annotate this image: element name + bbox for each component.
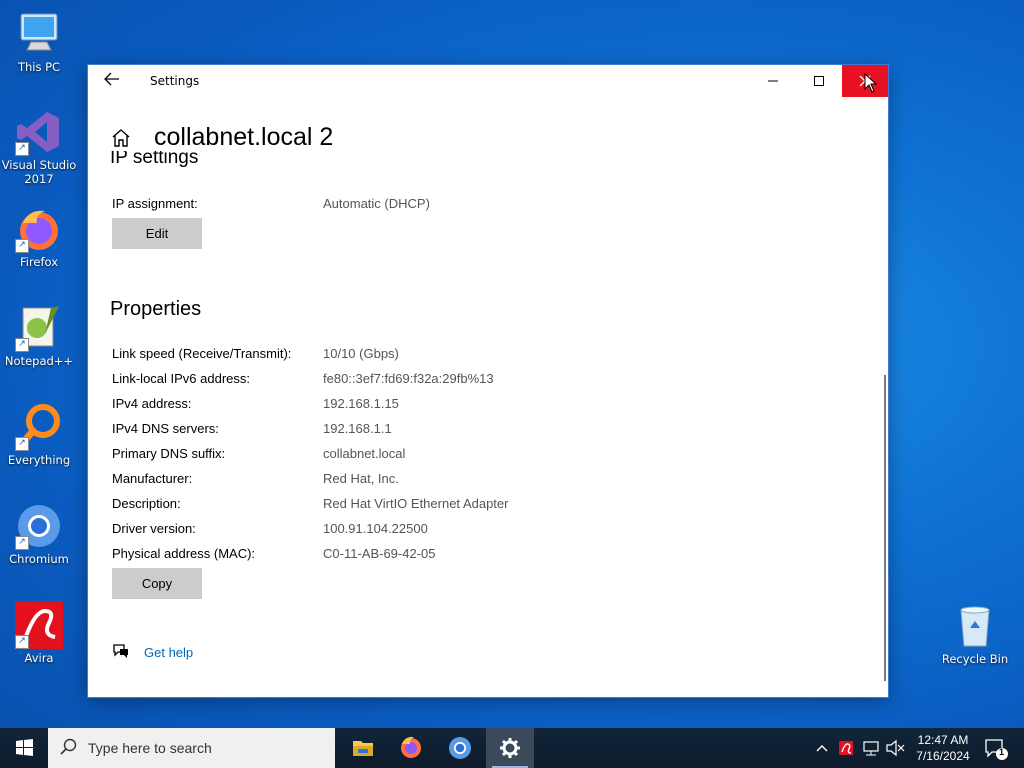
ip-assignment-value: Automatic (DHCP) bbox=[323, 196, 430, 211]
visual-studio-icon: ↗ bbox=[15, 108, 63, 156]
firefox-icon bbox=[401, 736, 421, 758]
property-label: Link-local IPv6 address: bbox=[112, 371, 251, 386]
volume-muted-icon bbox=[886, 739, 905, 757]
tray-network[interactable] bbox=[860, 728, 882, 768]
shortcut-arrow-icon: ↗ bbox=[15, 142, 29, 156]
property-value: Red Hat, Inc. bbox=[323, 471, 399, 486]
desktop-icon-label: Avira bbox=[24, 651, 54, 665]
property-label: IPv4 DNS servers: bbox=[112, 421, 219, 436]
tray-avira[interactable] bbox=[836, 728, 856, 768]
property-value: 192.168.1.15 bbox=[323, 396, 399, 411]
chromium-icon: ↗ bbox=[15, 502, 63, 550]
taskbar-search-box[interactable]: Type here to search bbox=[48, 728, 335, 768]
desktop-icon-visual-studio[interactable]: ↗ Visual Studio 2017 bbox=[0, 108, 78, 186]
property-label: Physical address (MAC): bbox=[112, 546, 256, 561]
page-header: collabnet.local 2 bbox=[110, 123, 333, 152]
everything-search-icon: ↗ bbox=[15, 403, 63, 451]
notification-count: 1 bbox=[999, 747, 1005, 757]
taskbar-firefox[interactable] bbox=[387, 728, 435, 768]
avira-tray-icon bbox=[839, 741, 853, 755]
network-icon bbox=[863, 741, 879, 756]
property-value: 100.91.104.22500 bbox=[323, 521, 428, 536]
clock-date: 7/16/2024 bbox=[916, 749, 970, 763]
property-label: IPv4 address: bbox=[112, 396, 192, 411]
avira-icon: ↗ bbox=[15, 601, 63, 649]
taskbar: Type here to search 12:47 AM 7/16/2024 1 bbox=[0, 728, 1024, 768]
property-value: fe80::3ef7:fd69:f32a:29fb%13 bbox=[323, 371, 494, 386]
notepad-plus-plus-icon: ↗ bbox=[15, 304, 63, 352]
property-label: Driver version: bbox=[112, 521, 196, 536]
action-center-button[interactable]: 1 bbox=[980, 728, 1010, 768]
search-placeholder: Type here to search bbox=[88, 740, 212, 756]
shortcut-arrow-icon: ↗ bbox=[15, 239, 29, 253]
desktop-icon-label: Notepad++ bbox=[4, 354, 74, 368]
desktop-icon-chromium[interactable]: ↗ Chromium bbox=[0, 502, 78, 566]
search-icon bbox=[60, 738, 77, 755]
property-value: Red Hat VirtIO Ethernet Adapter bbox=[323, 496, 509, 511]
property-value: C0-11-AB-69-42-05 bbox=[323, 546, 436, 561]
desktop-icon-everything[interactable]: ↗ Everything bbox=[0, 403, 78, 467]
property-label: Manufacturer: bbox=[112, 471, 193, 486]
notification-icon bbox=[985, 739, 1008, 760]
home-icon[interactable] bbox=[110, 127, 132, 149]
shortcut-arrow-icon: ↗ bbox=[15, 437, 29, 451]
vertical-scrollbar[interactable] bbox=[884, 375, 886, 681]
show-hidden-icons-button[interactable] bbox=[812, 728, 832, 768]
this-pc-icon bbox=[15, 10, 63, 58]
desktop-icon-label: Chromium bbox=[9, 552, 69, 566]
desktop-icon-label: Visual Studio 2017 bbox=[1, 158, 77, 186]
minimize-button[interactable] bbox=[750, 65, 796, 97]
chevron-up-icon bbox=[816, 745, 828, 752]
desktop-icon-firefox[interactable]: ↗ Firefox bbox=[0, 205, 78, 269]
desktop-icon-this-pc[interactable]: This PC bbox=[0, 10, 78, 74]
windows-logo-icon bbox=[16, 739, 33, 756]
shortcut-arrow-icon: ↗ bbox=[15, 635, 29, 649]
property-label: Primary DNS suffix: bbox=[112, 446, 226, 461]
get-help-link[interactable]: Get help bbox=[144, 645, 193, 660]
desktop-icon-avira[interactable]: ↗ Avira bbox=[0, 601, 78, 665]
back-arrow-icon[interactable] bbox=[100, 71, 124, 91]
desktop-icon-label: Firefox bbox=[19, 255, 59, 269]
ip-settings-heading: IP settings bbox=[110, 151, 199, 168]
tray-volume[interactable] bbox=[884, 728, 906, 768]
gear-icon bbox=[500, 738, 520, 758]
help-chat-icon bbox=[112, 643, 130, 662]
window-title: Settings bbox=[150, 74, 200, 88]
page-title: collabnet.local 2 bbox=[154, 123, 334, 151]
edit-button[interactable]: Edit bbox=[112, 218, 202, 249]
maximize-button[interactable] bbox=[796, 65, 842, 97]
chromium-icon bbox=[449, 737, 471, 759]
clock-time: 12:47 AM bbox=[917, 733, 969, 747]
desktop-icon-label: Recycle Bin bbox=[941, 652, 1009, 666]
title-bar[interactable]: Settings bbox=[88, 65, 888, 97]
property-label: Description: bbox=[112, 496, 181, 511]
taskbar-settings[interactable] bbox=[486, 728, 534, 768]
property-value: 192.168.1.1 bbox=[323, 421, 392, 436]
copy-button[interactable]: Copy bbox=[112, 568, 202, 599]
property-value: 10/10 (Gbps) bbox=[323, 346, 399, 361]
desktop-icon-recycle-bin[interactable]: Recycle Bin bbox=[936, 602, 1014, 666]
properties-heading: Properties bbox=[110, 298, 202, 320]
desktop-icon-label: This PC bbox=[17, 60, 61, 74]
property-value: collabnet.local bbox=[323, 446, 406, 461]
taskbar-chromium[interactable] bbox=[436, 728, 484, 768]
ip-assignment-label: IP assignment: bbox=[112, 196, 198, 211]
recycle-bin-icon bbox=[951, 602, 999, 650]
taskbar-file-explorer[interactable] bbox=[339, 728, 387, 768]
firefox-icon: ↗ bbox=[15, 205, 63, 253]
start-button[interactable] bbox=[0, 728, 48, 768]
file-explorer-icon bbox=[353, 741, 373, 756]
taskbar-clock[interactable]: 12:47 AM 7/16/2024 bbox=[908, 732, 978, 768]
get-help-row[interactable]: Get help bbox=[112, 643, 193, 662]
property-label: Link speed (Receive/Transmit): bbox=[112, 346, 292, 361]
close-button[interactable] bbox=[842, 65, 888, 97]
shortcut-arrow-icon: ↗ bbox=[15, 536, 29, 550]
shortcut-arrow-icon: ↗ bbox=[15, 338, 29, 352]
mouse-cursor-icon bbox=[864, 73, 878, 93]
desktop-icon-label: Everything bbox=[7, 453, 71, 467]
desktop-icon-notepad-plus-plus[interactable]: ↗ Notepad++ bbox=[0, 304, 78, 368]
settings-window: Settings collabnet.local 2 IP settings I… bbox=[88, 65, 888, 697]
